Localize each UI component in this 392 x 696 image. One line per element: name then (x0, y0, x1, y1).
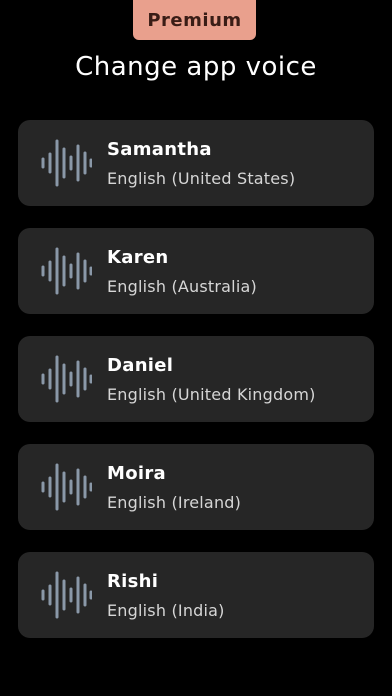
voice-option-moira[interactable]: Moira English (Ireland) (18, 444, 374, 530)
voice-name: Rishi (107, 571, 159, 592)
voice-language: English (Ireland) (107, 493, 242, 512)
sound-wave-icon (41, 463, 92, 511)
voice-name: Moira (107, 463, 166, 484)
sound-wave-icon (41, 571, 92, 619)
voice-list: Samantha English (United States) Karen E… (18, 120, 374, 660)
voice-option-rishi[interactable]: Rishi English (India) (18, 552, 374, 638)
voice-language: English (United Kingdom) (107, 385, 316, 404)
sound-wave-icon (41, 139, 92, 187)
voice-name: Daniel (107, 355, 174, 376)
voice-language: English (India) (107, 601, 225, 620)
sound-wave-icon (41, 355, 92, 403)
page-title: Change app voice (75, 52, 317, 82)
voice-language: English (United States) (107, 169, 296, 188)
voice-option-samantha[interactable]: Samantha English (United States) (18, 120, 374, 206)
sound-wave-icon (41, 247, 92, 295)
voice-language: English (Australia) (107, 277, 257, 296)
voice-option-daniel[interactable]: Daniel English (United Kingdom) (18, 336, 374, 422)
voice-name: Samantha (107, 139, 212, 160)
voice-option-karen[interactable]: Karen English (Australia) (18, 228, 374, 314)
premium-button[interactable]: Premium (133, 0, 256, 40)
voice-name: Karen (107, 247, 169, 268)
